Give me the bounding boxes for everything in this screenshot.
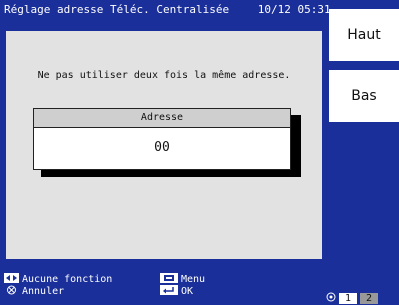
up-button-label: Haut [347,27,381,43]
down-button[interactable]: Bas [329,70,399,123]
legend-ok: OK [160,285,193,298]
screen-title: Réglage adresse Téléc. Centralisée 10/12… [4,3,331,16]
cancel-icon [4,285,19,298]
down-button-label: Bas [351,88,377,104]
legend-ok-label: OK [181,286,194,297]
up-button[interactable]: Haut [329,9,399,62]
main-panel: Ne pas utiliser deux fois la même adress… [6,31,322,259]
page-indicator: 1 2 [326,292,378,305]
address-dialog[interactable]: Adresse 00 [33,108,291,170]
legend-cancel-label: Annuler [22,286,65,297]
page-dial-icon [326,292,336,305]
legend-cancel: Annuler [4,285,64,298]
address-value[interactable]: 00 [34,128,290,168]
warning-message: Ne pas utiliser deux fois la même adress… [37,70,291,81]
address-dialog-header: Adresse [34,109,290,128]
page-2[interactable]: 2 [360,293,378,304]
title-text: Réglage adresse Téléc. Centralisée [4,3,230,16]
enter-icon [160,285,178,298]
legend-arrows-label: Aucune fonction [22,274,113,285]
page-1[interactable]: 1 [339,293,357,304]
legend-menu-label: Menu [181,274,206,285]
datetime-display: 10/12 05:31 [257,3,331,16]
